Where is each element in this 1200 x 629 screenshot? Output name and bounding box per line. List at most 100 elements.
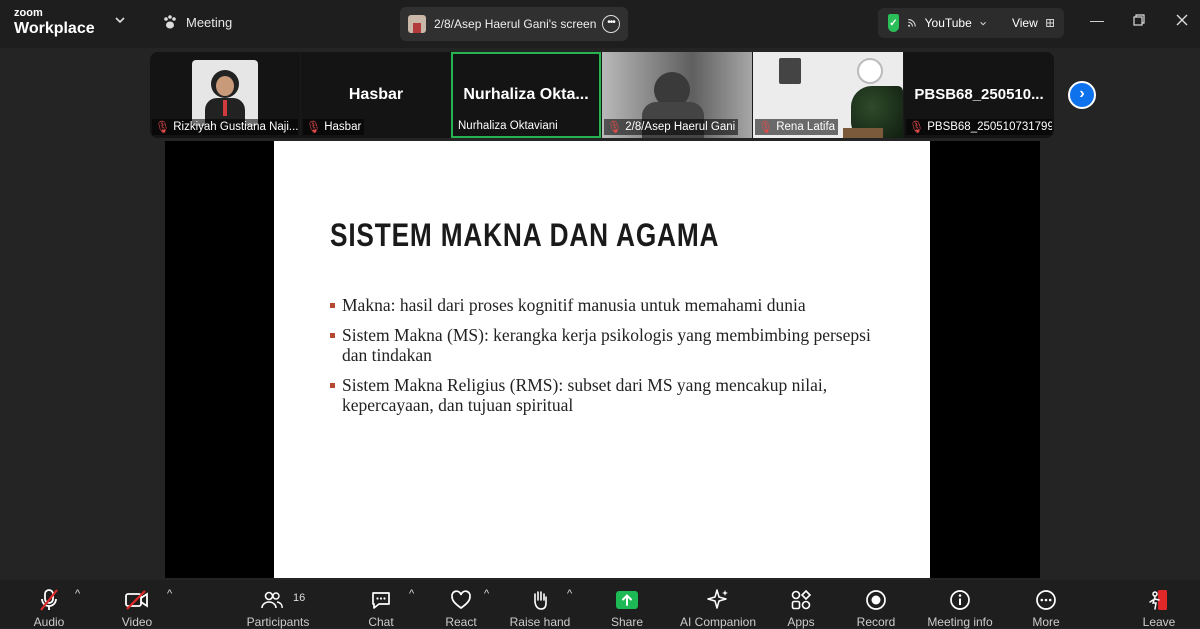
- raise-hand-options-caret-icon[interactable]: ^: [567, 588, 572, 600]
- minimize-icon[interactable]: —: [1090, 12, 1104, 28]
- mic-muted-icon: 🎙︎: [607, 120, 623, 134]
- screen-share-tab[interactable]: 2/8/Asep Haerul Gani's screen •••: [400, 7, 628, 41]
- next-page-button[interactable]: ›: [1068, 81, 1096, 109]
- raise-hand-label: Raise hand: [509, 615, 571, 629]
- mic-muted-icon: 🎙︎: [155, 120, 171, 134]
- video-button[interactable]: Video: [112, 580, 162, 629]
- youtube-label[interactable]: YouTube: [925, 16, 972, 30]
- presentation-slide: SISTEM MAKNA DAN AGAMA Makna: hasil dari…: [274, 141, 930, 578]
- audio-options-caret-icon[interactable]: ^: [75, 588, 80, 600]
- participant-tile-speaking[interactable]: Nurhaliza Okta... Nurhaliza Oktaviani: [451, 52, 601, 138]
- react-options-caret-icon[interactable]: ^: [484, 588, 489, 600]
- participant-name: 🎙︎ Hasbar: [303, 119, 365, 135]
- react-button[interactable]: React: [436, 580, 486, 629]
- participant-name-text: PBSB68_250510731799...: [927, 121, 1052, 133]
- participant-name-text: 2/8/Asep Haerul Gani: [625, 121, 736, 133]
- apps-button[interactable]: Apps: [776, 580, 826, 629]
- share-label: 2/8/Asep Haerul Gani's screen: [434, 17, 597, 31]
- brand-bottom: Workplace: [14, 20, 95, 37]
- participant-tile[interactable]: 🎙︎ Rena Latifa: [753, 52, 903, 138]
- meeting-tab[interactable]: Meeting: [162, 14, 232, 30]
- top-bar: zoom Workplace Meeting 2/8/Asep Haerul G…: [0, 0, 1200, 48]
- slide-bullet: Sistem Makna (MS): kerangka kerja psikol…: [330, 325, 890, 365]
- video-off-icon: [124, 588, 150, 612]
- participant-name: 🎙︎ Rena Latifa: [755, 119, 839, 135]
- participant-tile[interactable]: 🎙︎ Rizkiyah Gustiana Naji...: [150, 52, 300, 138]
- security-shield-icon[interactable]: ✓: [888, 14, 899, 32]
- view-label[interactable]: View: [1012, 16, 1038, 30]
- ai-companion-button[interactable]: AI Companion: [679, 580, 757, 629]
- mic-muted-icon: 🎙︎: [306, 120, 322, 134]
- chat-button[interactable]: Chat: [356, 580, 406, 629]
- leave-icon: [1146, 588, 1172, 612]
- chevron-down-icon[interactable]: [980, 19, 986, 28]
- chevron-down-icon[interactable]: [114, 14, 126, 26]
- audio-button[interactable]: Audio: [24, 580, 74, 629]
- leave-label: Leave: [1142, 615, 1176, 629]
- video-options-caret-icon[interactable]: ^: [167, 588, 172, 600]
- participant-name: 🎙︎ 2/8/Asep Haerul Gani: [604, 119, 739, 135]
- audio-label: Audio: [33, 615, 65, 629]
- share-screen-icon: [614, 588, 640, 612]
- more-label: More: [1032, 615, 1060, 629]
- more-button[interactable]: More: [1021, 580, 1071, 629]
- heart-icon: [448, 588, 474, 612]
- record-icon: [863, 588, 889, 612]
- participants-icon: [259, 588, 285, 612]
- participant-name-text: Rena Latifa: [776, 121, 836, 133]
- restore-icon[interactable]: [1133, 14, 1145, 26]
- meeting-info-button[interactable]: Meeting info: [924, 580, 996, 629]
- mic-muted-icon: 🎙︎: [909, 120, 925, 134]
- hand-icon: [527, 588, 553, 612]
- participant-big-name: PBSB68_250510...: [914, 86, 1044, 103]
- participant-name: 🎙︎ PBSB68_250510731799...: [906, 119, 1052, 135]
- info-icon: [947, 588, 973, 612]
- participants-label: Participants: [246, 615, 310, 629]
- zoom-logo[interactable]: zoom Workplace: [14, 8, 95, 37]
- participant-big-name: Hasbar: [348, 86, 404, 103]
- participant-strip: 🎙︎ Rizkiyah Gustiana Naji... Hasbar 🎙︎ H…: [150, 52, 1054, 138]
- participant-tile[interactable]: Hasbar 🎙︎ Hasbar: [301, 52, 451, 138]
- close-icon[interactable]: [1176, 14, 1188, 26]
- paw-icon: [164, 15, 176, 29]
- sparkle-icon: [705, 588, 731, 612]
- broadcast-icon: [908, 19, 916, 27]
- slide-bullets: Makna: hasil dari proses kognitif manusi…: [330, 295, 890, 425]
- chat-icon: [368, 588, 394, 612]
- participant-tile[interactable]: 🎙︎ 2/8/Asep Haerul Gani: [602, 52, 752, 138]
- share-button[interactable]: Share: [602, 580, 652, 629]
- participant-name-text: Hasbar: [324, 121, 362, 133]
- mic-muted-icon: [36, 588, 62, 612]
- ai-companion-label: AI Companion: [679, 615, 757, 629]
- participant-name-text: Rizkiyah Gustiana Naji...: [173, 121, 298, 133]
- apps-icon: [788, 588, 814, 612]
- more-icon: [1033, 588, 1059, 612]
- record-button[interactable]: Record: [851, 580, 901, 629]
- participants-button[interactable]: 16 Participants: [246, 580, 310, 629]
- leave-button[interactable]: Leave: [1134, 580, 1184, 629]
- raise-hand-button[interactable]: Raise hand: [510, 580, 570, 629]
- react-label: React: [445, 615, 477, 629]
- brand-top: zoom: [14, 7, 43, 19]
- share-label: Share: [610, 615, 644, 629]
- video-label: Video: [121, 615, 153, 629]
- participant-name: 🎙︎ Rizkiyah Gustiana Naji...: [152, 119, 298, 135]
- apps-label: Apps: [787, 615, 815, 629]
- participant-name-text: Nurhaliza Oktaviani: [458, 120, 558, 132]
- slide-title: SISTEM MAKNA DAN AGAMA: [330, 217, 720, 253]
- slide-bullet: Sistem Makna Religius (RMS): subset dari…: [330, 375, 890, 415]
- grid-view-icon[interactable]: [1045, 17, 1054, 29]
- more-options-icon[interactable]: •••: [602, 15, 620, 33]
- meeting-info-label: Meeting info: [927, 615, 993, 629]
- participant-photo: [192, 60, 258, 126]
- presenter-avatar: [408, 15, 426, 33]
- participant-big-name: Nurhaliza Okta...: [463, 86, 589, 103]
- mic-muted-icon: 🎙︎: [758, 120, 774, 134]
- meeting-label: Meeting: [186, 14, 233, 30]
- chat-options-caret-icon[interactable]: ^: [409, 588, 414, 600]
- meeting-toolbar: Audio ^ Video ^ 16 Participants Chat ^ R…: [0, 580, 1200, 629]
- top-right-controls: ✓ YouTube View: [878, 8, 1064, 38]
- participant-tile[interactable]: PBSB68_250510... 🎙︎ PBSB68_250510731799.…: [904, 52, 1054, 138]
- record-label: Record: [856, 615, 896, 629]
- chat-label: Chat: [368, 615, 394, 629]
